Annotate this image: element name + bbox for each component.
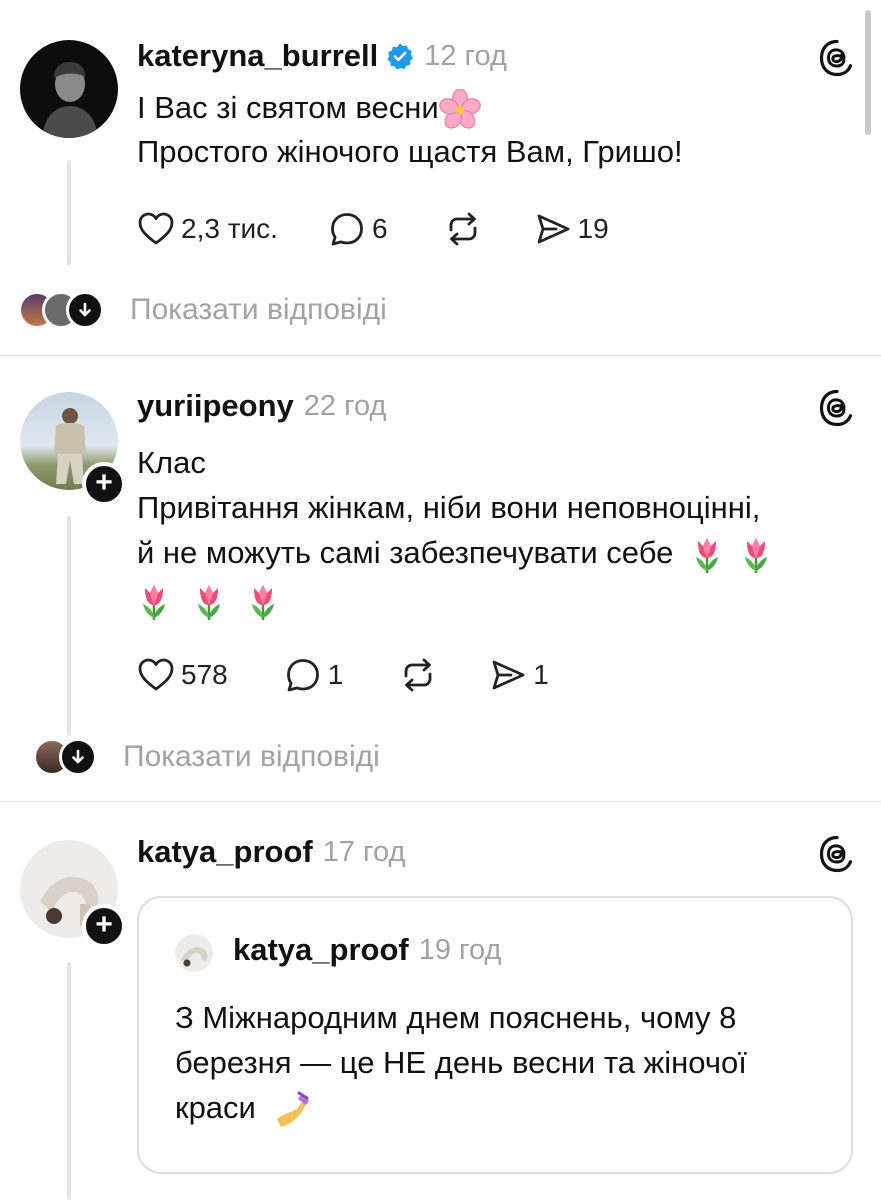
follow-plus-button[interactable]: + xyxy=(82,462,126,506)
post-actions: 2,3 тис. 6 19 xyxy=(137,210,609,248)
username[interactable]: yuriipeony xyxy=(137,388,294,424)
threads-icon[interactable] xyxy=(817,388,857,428)
post-header: yuriipeony 22 год xyxy=(137,386,386,426)
tulip-emoji-icon xyxy=(739,535,773,575)
heart-icon xyxy=(137,210,175,248)
thread-line xyxy=(67,516,71,736)
quoted-avatar xyxy=(175,934,213,972)
quoted-body: З Міжнародним днем пояснень, чому 8 бере… xyxy=(175,995,747,1131)
tulip-emoji-icon xyxy=(192,582,226,622)
post-time: 12 год xyxy=(424,39,507,72)
comment-icon xyxy=(328,210,366,248)
repost-icon xyxy=(444,210,482,248)
heart-icon xyxy=(137,656,175,694)
threads-icon[interactable] xyxy=(817,834,857,874)
show-replies-row[interactable]: Показати відповіді xyxy=(18,291,387,329)
tulip-emoji-icon xyxy=(690,535,724,575)
comment-icon xyxy=(284,656,322,694)
like-button[interactable]: 2,3 тис. xyxy=(137,210,278,248)
username[interactable]: katya_proof xyxy=(137,834,313,870)
nail-polish-emoji-icon xyxy=(276,1091,309,1127)
username[interactable]: kateryna_burrell xyxy=(137,38,378,74)
share-count: 19 xyxy=(577,213,609,244)
chevron-down-icon xyxy=(68,747,88,767)
post-line: й не можуть самі забезпечувати себе xyxy=(137,535,674,570)
quoted-post[interactable]: katya_proof 19 год З Міжнародним днем по… xyxy=(137,896,853,1174)
thread-line xyxy=(67,160,71,265)
tulip-emoji-icon xyxy=(246,582,280,622)
show-replies-row[interactable]: Показати відповіді xyxy=(33,738,380,776)
quoted-time: 19 год xyxy=(418,933,502,966)
quoted-line: краси xyxy=(175,1090,256,1125)
like-count: 578 xyxy=(181,659,228,690)
comment-count: 1 xyxy=(327,659,344,690)
post-body: І Вас зі святом весни Простого жіночого … xyxy=(137,85,683,174)
like-count: 2,3 тис. xyxy=(181,213,278,244)
post-line: Простого жіночого щастя Вам, Гришо! xyxy=(137,133,683,169)
post-yuriipeony: + yuriipeony 22 год Клас Привітання жінк… xyxy=(0,356,881,801)
post-body: Клас Привітання жінкам, ніби вони неповн… xyxy=(137,440,773,622)
comment-button[interactable]: 6 xyxy=(328,210,388,248)
follow-plus-button[interactable]: + xyxy=(82,904,126,948)
comment-count: 6 xyxy=(371,213,388,244)
avatar[interactable] xyxy=(20,40,118,138)
verified-icon xyxy=(387,43,414,70)
show-replies-link[interactable]: Показати відповіді xyxy=(123,740,380,774)
show-replies-link[interactable]: Показати відповіді xyxy=(130,293,387,327)
share-icon xyxy=(489,656,527,694)
chevron-down-icon xyxy=(75,300,95,320)
repost-button[interactable] xyxy=(444,210,482,248)
threads-icon[interactable] xyxy=(817,38,857,78)
post-line: Привітання жінкам, ніби вони неповноцінн… xyxy=(137,490,761,525)
expand-replies-button[interactable] xyxy=(66,291,104,329)
quoted-line: березня — це НЕ день весни та жіночої xyxy=(175,1045,747,1080)
post-header: kateryna_burrell 12 год xyxy=(137,36,507,76)
share-button[interactable]: 19 xyxy=(534,210,609,248)
post-header: katya_proof 17 год xyxy=(137,832,405,872)
post-katya-proof: + katya_proof 17 год katya_proof 19 год … xyxy=(0,802,881,1200)
quoted-username[interactable]: katya_proof xyxy=(233,932,409,968)
post-line: І Вас зі святом весни xyxy=(137,90,439,125)
like-button[interactable]: 578 xyxy=(137,656,228,694)
share-icon xyxy=(534,210,572,248)
post-actions: 578 1 1 xyxy=(137,656,549,694)
repost-icon xyxy=(399,656,437,694)
expand-replies-button[interactable] xyxy=(59,738,97,776)
thread-line xyxy=(67,962,71,1200)
post-kateryna: kateryna_burrell 12 год І Вас зі святом … xyxy=(0,0,881,355)
share-count: 1 xyxy=(533,659,549,690)
flower-emoji-icon xyxy=(439,89,481,131)
comment-button[interactable]: 1 xyxy=(284,656,344,694)
quoted-header: katya_proof 19 год xyxy=(233,932,501,968)
post-line: Клас xyxy=(137,445,206,480)
share-button[interactable]: 1 xyxy=(489,656,549,694)
quoted-line: З Міжнародним днем пояснень, чому 8 xyxy=(175,1000,737,1035)
post-time: 17 год xyxy=(322,835,406,868)
post-time: 22 год xyxy=(303,389,387,422)
repost-button[interactable] xyxy=(399,656,437,694)
tulip-emoji-icon xyxy=(137,582,171,622)
